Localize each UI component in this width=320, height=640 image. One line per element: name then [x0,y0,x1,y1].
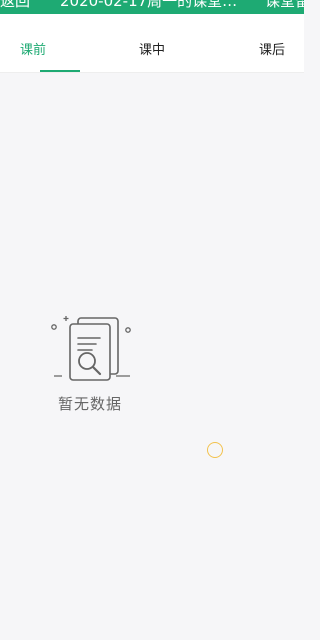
back-button[interactable]: 返回 [0,0,30,9]
tab-during-class[interactable]: 课中 [139,14,165,72]
tab-bar: 课前 课中 课后 [0,14,304,73]
tab-after-class[interactable]: 课后 [259,14,285,72]
document-search-icon [51,316,131,381]
top-bar: 返回 2020-02-17周一的课堂… 课堂留 [0,0,304,14]
header-right-button[interactable]: 课堂留 [265,0,304,9]
active-tab-indicator [40,70,80,72]
tab-before-class[interactable]: 课前 [20,14,46,72]
loading-spinner [207,442,223,458]
empty-state-message: 暂无数据 [58,395,123,413]
page-title: 2020-02-17周一的课堂… [60,0,238,10]
